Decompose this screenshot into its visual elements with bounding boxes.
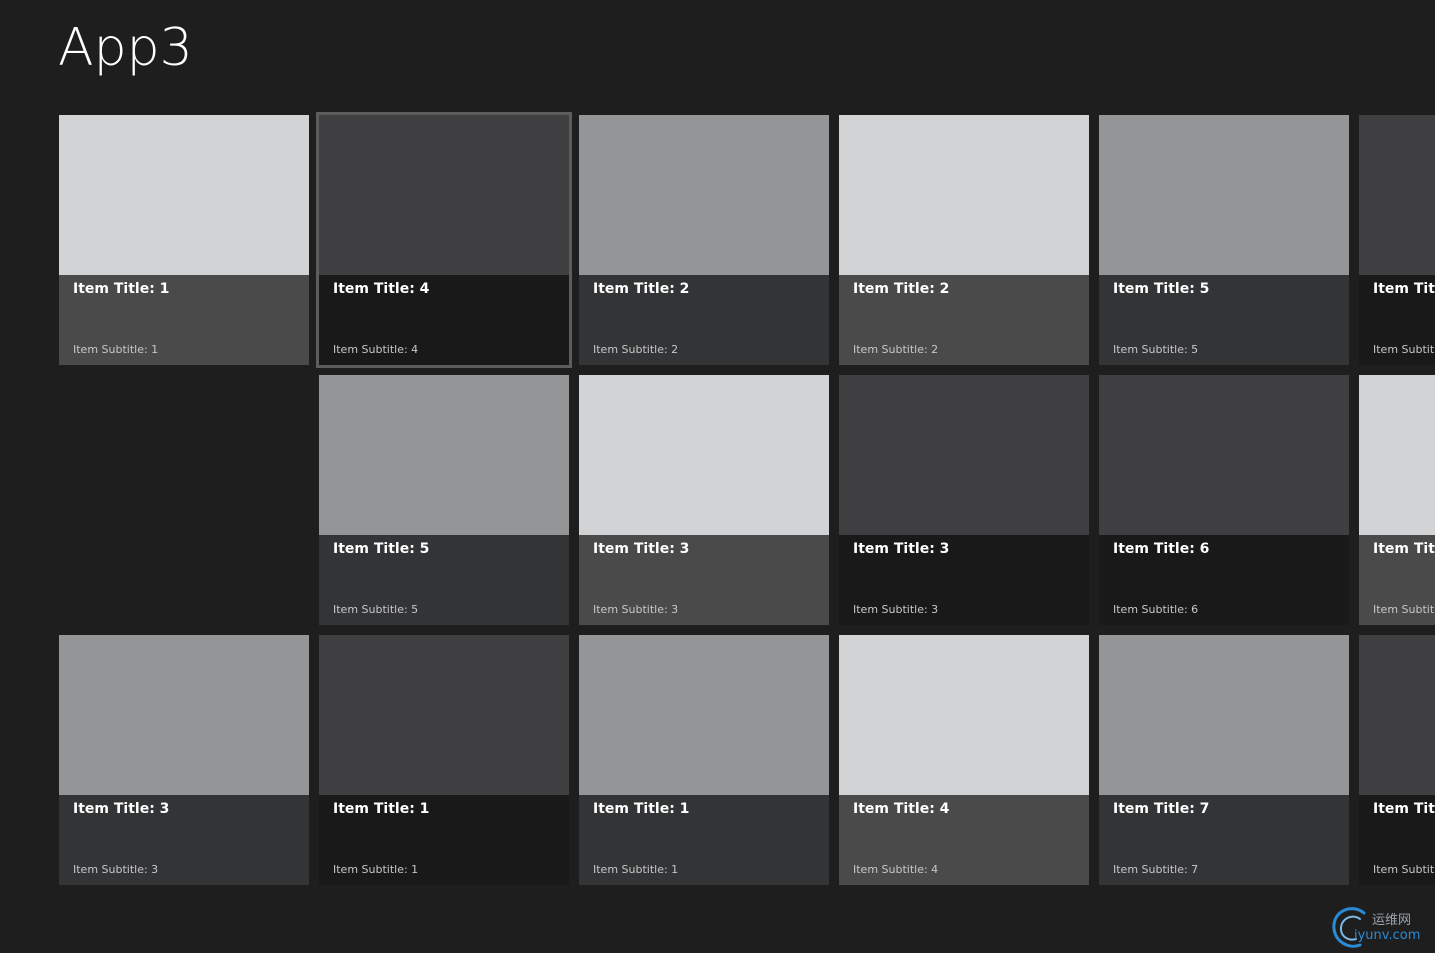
tile-title: Item Title: 2 bbox=[853, 281, 950, 297]
tile-text-overlay: Item Title: 2 Item Subtitle: 2 bbox=[579, 275, 829, 365]
watermark-text-domain: iyunv.com bbox=[1354, 928, 1421, 943]
grid-tile[interactable]: Item Title: 2 Item Subtitle: 2 bbox=[839, 115, 1089, 365]
tile-title: Item Title: 3 bbox=[593, 541, 690, 557]
tile-subtitle: Item Subtitle: 1 bbox=[333, 863, 419, 876]
tile-image bbox=[839, 635, 1089, 795]
grid-tile[interactable]: Item Title: 3 Item Subtitle: 3 bbox=[579, 375, 829, 625]
tile-text-overlay: Item Title Item Subtitl bbox=[1359, 795, 1435, 885]
tile-subtitle: Item Subtitle: 2 bbox=[853, 343, 939, 356]
grid-tile[interactable]: Item Title: 1 Item Subtitle: 1 bbox=[579, 635, 829, 885]
tile-title: Item Title: 1 bbox=[593, 801, 690, 817]
tile-image bbox=[59, 635, 309, 795]
grid-tile[interactable]: Item Title: 6 Item Subtitle: 6 bbox=[1099, 375, 1349, 625]
tile-subtitle: Item Subtitle: 4 bbox=[333, 343, 419, 356]
app-window: App3 Item Title: 1 Item Subtitle: 1 Item… bbox=[0, 0, 1435, 953]
tile-text-overlay: Item Title Item Subtitl bbox=[1359, 535, 1435, 625]
tile-text-overlay: Item Title: 1 Item Subtitle: 1 bbox=[59, 275, 309, 365]
tile-subtitle: Item Subtitle: 3 bbox=[593, 603, 679, 616]
tile-subtitle: Item Subtitle: 3 bbox=[73, 863, 159, 876]
tile-title: Item Title: 5 bbox=[1113, 281, 1210, 297]
tile-title: Item Title: 4 bbox=[853, 801, 950, 817]
tile-image bbox=[839, 375, 1089, 535]
tile-subtitle: Item Subtitle: 7 bbox=[1113, 863, 1199, 876]
tile-title: Item Title: 3 bbox=[853, 541, 950, 557]
tile-subtitle: Item Subtitle: 2 bbox=[593, 343, 679, 356]
tile-image bbox=[319, 115, 569, 275]
tile-text-overlay: Item Title: 3 Item Subtitle: 3 bbox=[59, 795, 309, 885]
tile-text-overlay: Item Title: 3 Item Subtitle: 3 bbox=[839, 535, 1089, 625]
tile-image bbox=[1359, 635, 1435, 795]
tile-title: Item Title bbox=[1373, 281, 1435, 297]
grid-tile[interactable]: Item Title: 1 Item Subtitle: 1 bbox=[59, 115, 309, 365]
tile-image bbox=[1099, 115, 1349, 275]
tile-title: Item Title: 4 bbox=[333, 281, 430, 297]
tile-title: Item Title: 6 bbox=[1113, 541, 1210, 557]
tile-title: Item Title: 7 bbox=[1113, 801, 1210, 817]
tile-image bbox=[579, 635, 829, 795]
tile-text-overlay: Item Title: 4 Item Subtitle: 4 bbox=[319, 275, 569, 365]
tile-title: Item Title: 1 bbox=[333, 801, 430, 817]
grid-tile[interactable]: Item Title Item Subtitl bbox=[1359, 635, 1435, 885]
tile-text-overlay: Item Title: 4 Item Subtitle: 4 bbox=[839, 795, 1089, 885]
tile-text-overlay: Item Title: 6 Item Subtitle: 6 bbox=[1099, 535, 1349, 625]
tile-text-overlay: Item Title: 5 Item Subtitle: 5 bbox=[1099, 275, 1349, 365]
grid-tile[interactable]: Item Title: 2 Item Subtitle: 2 bbox=[579, 115, 829, 365]
tile-subtitle: Item Subtitle: 1 bbox=[593, 863, 679, 876]
tile-image bbox=[59, 115, 309, 275]
grid-tile[interactable]: Item Title Item Subtitl bbox=[1359, 115, 1435, 365]
tile-text-overlay: Item Title: 5 Item Subtitle: 5 bbox=[319, 535, 569, 625]
grid-tile[interactable]: Item Title: 3 Item Subtitle: 3 bbox=[839, 375, 1089, 625]
items-grid: Item Title: 1 Item Subtitle: 1 Item Titl… bbox=[0, 0, 1435, 953]
tile-text-overlay: Item Title: 2 Item Subtitle: 2 bbox=[839, 275, 1089, 365]
tile-image bbox=[319, 375, 569, 535]
tile-subtitle: Item Subtitle: 3 bbox=[853, 603, 939, 616]
tile-image bbox=[1359, 375, 1435, 535]
tile-subtitle: Item Subtitle: 5 bbox=[333, 603, 419, 616]
grid-tile[interactable]: Item Title Item Subtitl bbox=[1359, 375, 1435, 625]
tile-image bbox=[319, 635, 569, 795]
tile-text-overlay: Item Title: 7 Item Subtitle: 7 bbox=[1099, 795, 1349, 885]
tile-title: Item Title: 1 bbox=[73, 281, 170, 297]
tile-image bbox=[579, 375, 829, 535]
tile-image bbox=[1359, 115, 1435, 275]
tile-subtitle: Item Subtitle: 5 bbox=[1113, 343, 1199, 356]
grid-tile[interactable]: Item Title: 3 Item Subtitle: 3 bbox=[59, 635, 309, 885]
grid-tile[interactable]: Item Title: 5 Item Subtitle: 5 bbox=[1099, 115, 1349, 365]
tile-subtitle: Item Subtitle: 1 bbox=[73, 343, 159, 356]
watermark-text-chinese: 运维网 bbox=[1372, 913, 1412, 928]
tile-subtitle: Item Subtitle: 6 bbox=[1113, 603, 1199, 616]
tile-image bbox=[1099, 635, 1349, 795]
grid-tile[interactable]: Item Title: 4 Item Subtitle: 4 bbox=[839, 635, 1089, 885]
tile-text-overlay: Item Title: 3 Item Subtitle: 3 bbox=[579, 535, 829, 625]
tile-title: Item Title: 2 bbox=[593, 281, 690, 297]
tile-image bbox=[1099, 375, 1349, 535]
tile-subtitle: Item Subtitl bbox=[1373, 863, 1435, 876]
grid-tile[interactable]: Item Title: 7 Item Subtitle: 7 bbox=[1099, 635, 1349, 885]
tile-subtitle: Item Subtitl bbox=[1373, 603, 1435, 616]
tile-title: Item Title bbox=[1373, 801, 1435, 817]
grid-tile[interactable]: Item Title: 4 Item Subtitle: 4 bbox=[316, 112, 572, 368]
tile-text-overlay: Item Title: 1 Item Subtitle: 1 bbox=[579, 795, 829, 885]
tile-subtitle: Item Subtitle: 4 bbox=[853, 863, 939, 876]
tile-subtitle: Item Subtitl bbox=[1373, 343, 1435, 356]
watermark: 运维网 iyunv.com bbox=[1330, 903, 1434, 949]
grid-tile[interactable]: Item Title: 1 Item Subtitle: 1 bbox=[319, 635, 569, 885]
tile-title: Item Title bbox=[1373, 541, 1435, 557]
tile-text-overlay: Item Title Item Subtitl bbox=[1359, 275, 1435, 365]
tile-title: Item Title: 3 bbox=[73, 801, 170, 817]
tile-image bbox=[839, 115, 1089, 275]
tile-text-overlay: Item Title: 1 Item Subtitle: 1 bbox=[319, 795, 569, 885]
tile-image bbox=[579, 115, 829, 275]
tile-title: Item Title: 5 bbox=[333, 541, 430, 557]
grid-tile[interactable]: Item Title: 5 Item Subtitle: 5 bbox=[319, 375, 569, 625]
